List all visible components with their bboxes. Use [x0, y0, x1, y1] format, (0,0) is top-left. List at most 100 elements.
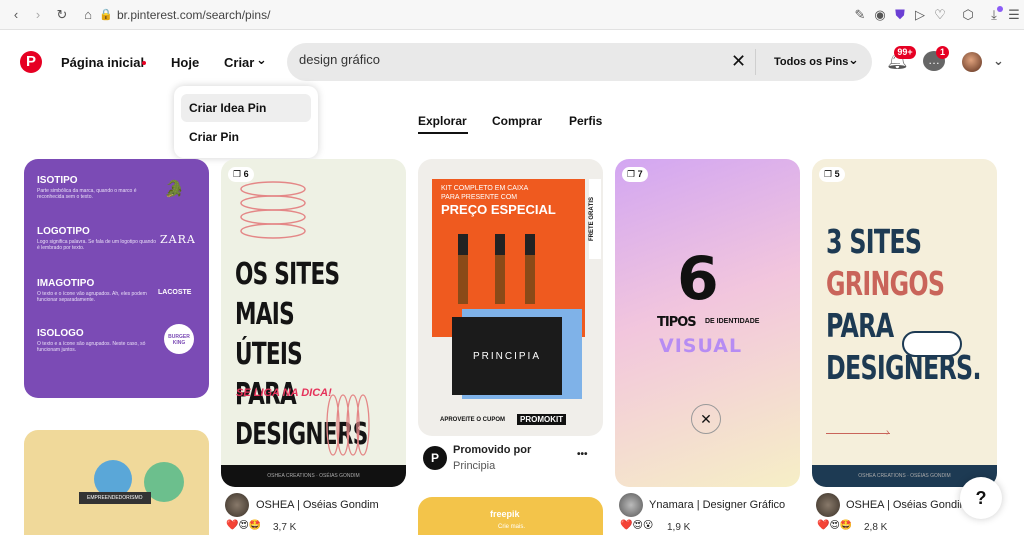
camera-icon[interactable]: ◉: [872, 7, 888, 23]
search-bar: ✕ Todos os Pins ⌄: [287, 43, 872, 81]
eyes-illustration: [902, 331, 962, 357]
search-input[interactable]: [299, 52, 719, 67]
row-title: LOGOTIPO: [37, 226, 90, 237]
pin-tag: EMPREENDEDORISMO: [79, 492, 151, 504]
pin-sites-uteis[interactable]: ❐ 6 OS SITES MAIS ÚTEIS PARA DESIGNERS SE …: [221, 159, 406, 487]
menu-item-create-idea-pin[interactable]: Criar Idea Pin: [181, 94, 311, 122]
promoted-brand[interactable]: Principia: [453, 460, 495, 472]
gift-box: PRINCIPIA: [452, 317, 562, 395]
coupon-code: PROMOKIT: [517, 414, 567, 425]
row-title: ISOTIPO: [37, 175, 78, 186]
pin-row: IMAGOTIPO O texto e o ícone vão agrupado…: [37, 278, 157, 303]
freepik-tagline: Crie mais.: [498, 524, 526, 530]
nav-create[interactable]: Criar: [224, 55, 254, 70]
pin-row: ISOLOGO O texto e a ícone são agrupados.…: [37, 328, 157, 353]
pin-footer: OSHEA CREATIONS · OSÉIAS GONDIM: [221, 465, 406, 487]
pin-freepik[interactable]: freepik Crie mais.: [418, 497, 603, 535]
arrow-line: [826, 433, 890, 434]
promoted-label: Promovido por: [453, 444, 532, 456]
brand-avatar[interactable]: P: [423, 446, 447, 470]
tab-perfis[interactable]: Perfis: [569, 114, 602, 128]
bottle-1: [458, 234, 468, 304]
pin-sites-gringos[interactable]: ❐ 5 3 SITES GRINGOS PARA DESIGNERS. › OS…: [812, 159, 997, 487]
home-notification-dot: [142, 61, 146, 65]
pin-principia[interactable]: KIT COMPLETO EM CAIXA PARA PRESENTE COM P…: [418, 159, 603, 436]
account-chevron-icon[interactable]: ⌄: [993, 53, 1004, 69]
pin-author[interactable]: OSHEA | Oséias Gondim: [256, 499, 379, 511]
row-desc: O texto e o ícone vão agrupados. Ah, ele…: [37, 291, 147, 303]
headline-identidade: DE IDENTIDADE: [705, 318, 760, 325]
headline-tipos: TIPOS: [657, 315, 697, 330]
clear-search-icon[interactable]: ✕: [731, 51, 746, 72]
coupon-label: APROVEITE O CUPOM: [440, 417, 506, 423]
author-avatar[interactable]: [225, 493, 249, 517]
row-desc: Parte simbólica da marca, quando o marco…: [37, 188, 137, 200]
pin-author[interactable]: OSHEA | Oséias Gondim: [846, 499, 969, 511]
avatar[interactable]: [962, 52, 982, 72]
pin-isotipo[interactable]: ISOTIPO Parte simbólica da marca, quando…: [24, 159, 209, 398]
menu-item-create-pin[interactable]: Criar Pin: [181, 123, 311, 151]
nav-today[interactable]: Hoje: [171, 55, 199, 70]
vertical-ellipses-decoration: [326, 394, 370, 456]
brand-seal-icon: ✕: [691, 404, 721, 434]
search-divider: [755, 49, 756, 75]
author-avatar[interactable]: [619, 493, 643, 517]
cube-icon[interactable]: ⬡: [960, 7, 976, 23]
reaction-count: 2,8 K: [864, 522, 888, 533]
chevron-down-icon[interactable]: ⌄: [256, 52, 267, 68]
row-desc: O texto e a ícone são agrupados. Neste c…: [37, 341, 146, 353]
shield-icon[interactable]: ⛊: [892, 7, 908, 23]
reaction-count: 3,7 K: [273, 522, 297, 533]
bottle-2: [495, 234, 505, 304]
free-shipping-label: FRETE GRÁTIS: [589, 179, 601, 259]
pin-count-badge: ❐ 5: [819, 167, 845, 182]
pin-count-badge: ❐ 7: [622, 167, 648, 182]
freepik-logo: freepik: [490, 509, 520, 519]
pin-tipos-identidade[interactable]: ❐ 7 6 TIPOS DE IDENTIDADE VISUAL ✕: [615, 159, 800, 487]
pin-filter-dropdown[interactable]: Todos os Pins: [774, 56, 848, 68]
headline-visual: VISUAL: [659, 335, 743, 357]
row-desc: Logo significa palavra. Se fala de um lo…: [37, 239, 156, 251]
tab-explorar[interactable]: Explorar: [418, 114, 467, 128]
send-icon[interactable]: ▷: [912, 7, 928, 23]
address-bar[interactable]: br.pinterest.com/search/pins/: [117, 8, 270, 22]
reaction-count: 1,9 K: [667, 522, 691, 533]
bottle-3: [525, 234, 535, 304]
tab-comprar[interactable]: Comprar: [492, 114, 542, 128]
pin-row: LOGOTIPO Logo significa palavra. Se fala…: [37, 226, 157, 251]
help-button[interactable]: ?: [960, 477, 1002, 519]
forward-icon[interactable]: ›: [30, 7, 46, 23]
notifications-badge: 99+: [894, 46, 916, 59]
reactions-icons: ❤️😍🤩: [226, 520, 262, 531]
promo-banner: KIT COMPLETO EM CAIXA PARA PRESENTE COM P…: [441, 185, 556, 217]
big-number: 6: [677, 244, 719, 314]
arrow-right-icon: ›: [886, 427, 890, 438]
edit-icon[interactable]: ✎: [852, 7, 868, 23]
author-avatar[interactable]: [816, 493, 840, 517]
back-icon[interactable]: ‹: [8, 7, 24, 23]
reactions-icons: ❤️😍😮: [620, 520, 654, 531]
tab-underline: [418, 132, 468, 134]
pin-subtitle: SE LIGA NA DICA!: [236, 387, 332, 399]
row-title: IMAGOTIPO: [37, 278, 95, 289]
messages-badge: 1: [936, 46, 949, 59]
reload-icon[interactable]: ↻: [54, 7, 70, 23]
zara-logo: ZARA: [160, 233, 196, 246]
pin-row: ISOTIPO Parte simbólica da marca, quando…: [37, 175, 157, 200]
pin-headline: 3 SITES GRINGOS PARA DESIGNERS.: [826, 222, 981, 387]
ellipses-decoration: [240, 181, 306, 239]
download-badge: [997, 6, 1003, 12]
browser-toolbar: ‹ › ↻ ⌂ 🔒 br.pinterest.com/search/pins/ …: [0, 0, 1024, 30]
pin-author[interactable]: Ynamara | Designer Gráfico: [649, 499, 785, 511]
create-menu: Criar Idea Pin Criar Pin: [174, 86, 318, 158]
pinterest-logo-icon[interactable]: P: [20, 51, 42, 73]
nav-home[interactable]: Página inicial: [61, 55, 144, 70]
row-title: ISOLOGO: [37, 328, 84, 339]
home-icon[interactable]: ⌂: [80, 7, 96, 23]
lock-icon: 🔒: [99, 9, 113, 21]
heart-icon[interactable]: ♡: [932, 7, 948, 23]
more-options-icon[interactable]: •••: [577, 449, 588, 460]
filter-chevron-icon[interactable]: ⌄: [848, 52, 859, 68]
menu-icon[interactable]: ☰: [1006, 7, 1022, 23]
pin-empreendedorismo[interactable]: EMPREENDEDORISMO: [24, 430, 209, 535]
